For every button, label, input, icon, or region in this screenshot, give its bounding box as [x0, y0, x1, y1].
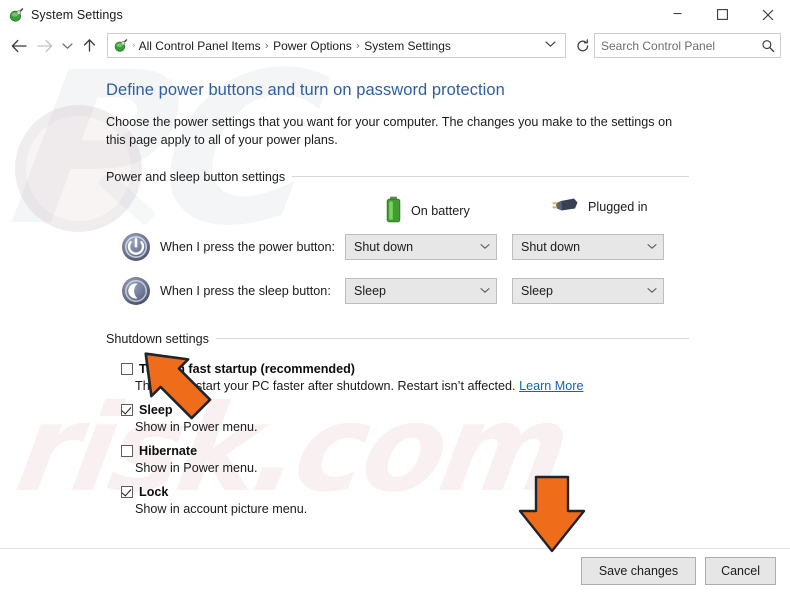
refresh-button[interactable]: [572, 34, 594, 57]
sleep-button-plugged-in-value: Sleep: [521, 283, 553, 298]
column-header-on-battery: On battery: [385, 196, 470, 226]
save-changes-button[interactable]: Save changes: [580, 557, 697, 585]
sleep-button-on-battery-value: Sleep: [354, 283, 386, 298]
setting-hibernate: Hibernate Show in Power menu.: [0, 444, 790, 476]
chevron-down-icon[interactable]: [474, 243, 496, 250]
shutdown-group-label: Shutdown settings: [106, 331, 209, 346]
checkbox-hibernate[interactable]: [121, 444, 133, 457]
minimize-icon: ─: [673, 7, 682, 22]
shutdown-group-header: Shutdown settings: [106, 332, 689, 346]
description-hibernate: Show in Power menu.: [135, 460, 258, 475]
cancel-button[interactable]: Cancel: [705, 557, 776, 585]
power-plug-icon: [552, 196, 579, 219]
window-root: PC risk.com System Settings ─ › All Cont…: [0, 0, 790, 593]
breadcrumb-item-0[interactable]: All Control Panel Items: [139, 39, 261, 53]
breadcrumb-control-panel-icon: [113, 38, 128, 53]
recent-locations-button[interactable]: [58, 33, 76, 59]
setting-lock: Lock Show in account picture menu.: [0, 485, 790, 517]
power-button-icon: [120, 231, 152, 263]
power-button-on-battery-value: Shut down: [354, 239, 414, 254]
breadcrumb-item-2[interactable]: System Settings: [364, 39, 451, 53]
close-icon: [762, 9, 773, 20]
description-fast-startup-text: This helps start your PC faster after sh…: [135, 378, 520, 393]
refresh-icon: [577, 38, 589, 51]
sleep-button-on-battery-dropdown[interactable]: Sleep: [345, 277, 497, 304]
group-divider: [215, 338, 689, 339]
label-lock[interactable]: Lock: [139, 485, 790, 499]
setting-sleep: Sleep Show in Power menu.: [0, 403, 790, 435]
up-arrow-icon: [83, 39, 95, 52]
power-button-plugged-in-value: Shut down: [521, 239, 581, 254]
search-box[interactable]: Search Control Panel: [594, 33, 781, 58]
maximize-icon: [717, 9, 728, 20]
row-power-button: When I press the power button: Shut down…: [0, 228, 790, 266]
control-panel-icon: [8, 7, 24, 23]
learn-more-link[interactable]: Learn More: [519, 379, 583, 393]
navigation-bar: › All Control Panel Items › Power Option…: [0, 29, 790, 62]
row-label-power-button: When I press the power button:: [160, 239, 336, 254]
chevron-down-icon[interactable]: [641, 287, 663, 294]
search-input[interactable]: Search Control Panel: [595, 39, 756, 53]
chevron-down-icon[interactable]: [474, 287, 496, 294]
column-label-on-battery: On battery: [411, 203, 470, 218]
close-button[interactable]: [745, 0, 790, 29]
up-button[interactable]: [76, 33, 102, 59]
forward-arrow-icon: [37, 39, 53, 52]
back-button[interactable]: [6, 33, 32, 59]
column-header-plugged-in: Plugged in: [552, 196, 648, 219]
checkbox-sleep[interactable]: [121, 403, 133, 416]
page-title: Define power buttons and turn on passwor…: [106, 81, 505, 99]
maximize-button[interactable]: [700, 0, 745, 29]
breadcrumb-item-1[interactable]: Power Options: [273, 39, 352, 53]
description-fast-startup: This helps start your PC faster after sh…: [135, 379, 790, 394]
breadcrumb-separator-2[interactable]: ›: [356, 39, 360, 52]
power-button-plugged-in-dropdown[interactable]: Shut down: [512, 233, 664, 260]
footer-bar: Save changes Cancel: [0, 549, 790, 593]
page-content: Define power buttons and turn on passwor…: [0, 81, 790, 517]
forward-button[interactable]: [32, 33, 58, 59]
window-title: System Settings: [31, 7, 123, 22]
setting-fast-startup: Turn on fast startup (recommended) This …: [0, 362, 790, 394]
page-description: Choose the power settings that you want …: [106, 115, 673, 148]
column-headers: On battery Plugged in: [0, 196, 790, 222]
description-sleep: Show in Power menu.: [135, 419, 258, 434]
checkbox-lock[interactable]: [121, 485, 133, 498]
checkbox-fast-startup[interactable]: [121, 362, 133, 375]
row-label-sleep-button: When I press the sleep button:: [160, 283, 331, 298]
breadcrumb-dropdown-icon[interactable]: [541, 40, 563, 51]
column-label-plugged-in: Plugged in: [588, 200, 648, 214]
label-fast-startup[interactable]: Turn on fast startup (recommended): [139, 362, 790, 376]
power-sleep-group-header: Power and sleep button settings: [106, 170, 689, 184]
label-hibernate[interactable]: Hibernate: [139, 444, 790, 458]
search-icon[interactable]: [756, 39, 780, 53]
group-divider: [292, 176, 689, 177]
chevron-down-icon[interactable]: [641, 243, 663, 250]
back-arrow-icon: [11, 39, 27, 52]
breadcrumb-separator-1[interactable]: ›: [265, 39, 269, 52]
label-sleep[interactable]: Sleep: [139, 403, 790, 417]
power-sleep-group-label: Power and sleep button settings: [106, 169, 286, 184]
title-bar: System Settings ─: [0, 0, 790, 29]
chevron-down-icon: [61, 42, 73, 49]
power-button-on-battery-dropdown[interactable]: Shut down: [345, 233, 497, 260]
battery-icon: [385, 196, 402, 226]
sleep-button-plugged-in-dropdown[interactable]: Sleep: [512, 277, 664, 304]
sleep-button-icon: [120, 275, 152, 307]
breadcrumb-separator-0[interactable]: ›: [132, 41, 136, 51]
breadcrumb[interactable]: › All Control Panel Items › Power Option…: [107, 33, 566, 58]
description-lock: Show in account picture menu.: [135, 501, 308, 516]
minimize-button[interactable]: ─: [655, 0, 700, 29]
row-sleep-button: When I press the sleep button: Sleep Sle…: [0, 272, 790, 310]
